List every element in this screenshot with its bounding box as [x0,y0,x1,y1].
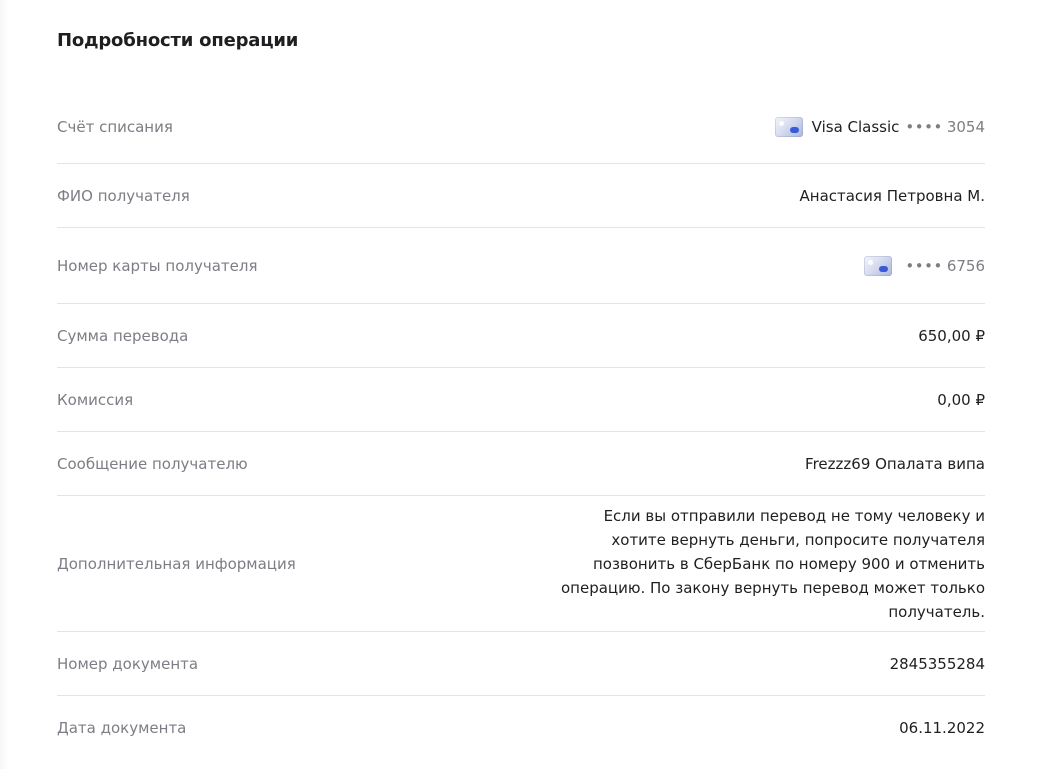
row-commission: Комиссия 0,00 ₽ [57,368,985,432]
row-document-number: Номер документа 2845355284 [57,632,985,696]
additional-info-value: Если вы отправили перевод не тому челове… [560,506,985,621]
row-label: Дата документа [57,719,187,737]
row-transfer-amount: Сумма перевода 650,00 ₽ [57,304,985,368]
card-mask: •••• [905,117,943,136]
row-document-date: Дата документа 06.11.2022 [57,696,985,760]
row-label: Счёт списания [57,117,173,136]
left-edge-shadow [0,0,8,769]
details-list: Счёт списания Visa Classic •••• 3054 ФИО… [57,90,985,760]
commission-value: 0,00 ₽ [937,390,985,409]
card-name: Visa Classic [811,117,900,136]
row-label: ФИО получателя [57,186,190,205]
row-recipient-card: Номер карты получателя •••• 6756 [57,228,985,304]
card-mask: •••• [905,256,943,275]
page-title: Подробности операции [57,30,299,51]
row-label: Номер карты получателя [57,256,258,275]
card-icon [774,116,803,137]
card-last-digits: 3054 [946,117,985,136]
row-recipient-message: Сообщение получателю Frezzz69 Опалата ви… [57,432,985,496]
row-label: Сообщение получателю [57,454,248,473]
card-icon [864,255,893,276]
transfer-amount-value: 650,00 ₽ [918,326,985,345]
row-label: Номер документа [57,654,199,673]
row-additional-info: Дополнительная информация Если вы отправ… [57,496,985,632]
row-label: Сумма перевода [57,326,189,345]
document-number-value: 2845355284 [889,654,985,673]
recipient-card-value: •••• 6756 [864,255,985,276]
row-recipient-name: ФИО получателя Анастасия Петровна М. [57,164,985,228]
recipient-message-value: Frezzz69 Опалата випа [805,454,985,473]
row-label: Дополнительная информация [57,554,296,573]
debit-account-value: Visa Classic •••• 3054 [774,116,985,137]
row-debit-account: Счёт списания Visa Classic •••• 3054 [57,90,985,164]
row-label: Комиссия [57,390,134,409]
recipient-name-value: Анастасия Петровна М. [799,186,986,205]
card-last-digits: 6756 [946,256,985,275]
document-date-value: 06.11.2022 [899,719,985,737]
